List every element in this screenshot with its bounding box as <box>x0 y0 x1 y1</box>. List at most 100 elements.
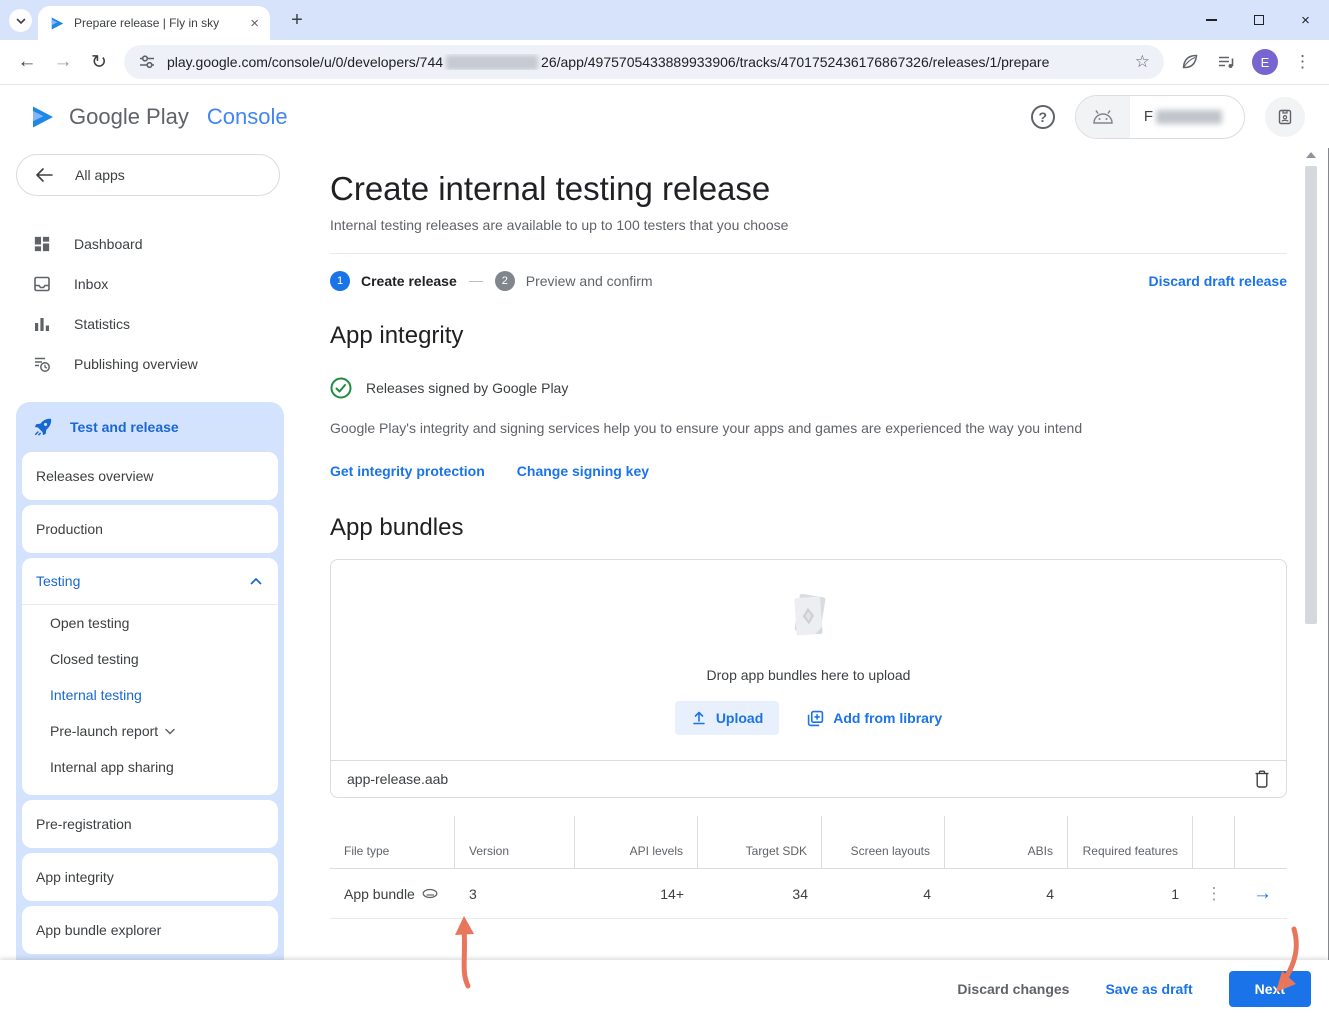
scroll-up-arrow-icon[interactable] <box>1306 152 1316 158</box>
check-circle-icon <box>330 377 352 399</box>
drop-zone-text: Drop app bundles here to upload <box>331 667 1286 683</box>
bookmark-star-icon[interactable]: ☆ <box>1135 52 1150 72</box>
sidebar-item-label: Inbox <box>74 276 108 292</box>
app-integrity-heading: App integrity <box>330 322 1287 350</box>
close-icon: × <box>1301 12 1310 29</box>
sidebar-item-open-testing[interactable]: Open testing <box>22 605 278 641</box>
tab-title: Prepare release | Fly in sky <box>74 16 238 30</box>
sidebar-item-pre-launch-report[interactable]: Pre-launch report <box>22 713 278 749</box>
change-signing-key-link[interactable]: Change signing key <box>517 463 649 479</box>
sidebar-item-label: Publishing overview <box>74 356 198 372</box>
sidebar-item-publishing-overview[interactable]: Publishing overview <box>0 344 300 384</box>
get-integrity-protection-link[interactable]: Get integrity protection <box>330 463 485 479</box>
dashboard-icon <box>32 234 52 254</box>
delete-file-button[interactable] <box>1254 770 1270 788</box>
reload-button[interactable]: ↻ <box>82 45 116 79</box>
window-minimize-button[interactable] <box>1188 0 1235 40</box>
rocket-icon <box>32 416 54 438</box>
app-bundles-heading: App bundles <box>330 514 1287 542</box>
bundle-drop-zone[interactable]: Drop app bundles here to upload Upload <box>331 560 1286 760</box>
browser-profile-avatar[interactable]: E <box>1252 49 1278 75</box>
closed-testing-label: Closed testing <box>50 651 139 667</box>
divider <box>330 253 1287 254</box>
save-as-draft-button[interactable]: Save as draft <box>1105 981 1192 997</box>
step-preview-confirm: 2 Preview and confirm <box>495 271 653 291</box>
app-bundle-explorer-label: App bundle explorer <box>36 922 161 938</box>
production-label: Production <box>36 521 103 537</box>
sidebar-item-app-integrity[interactable]: App integrity <box>22 853 278 901</box>
logo-text-google-play: Google Play <box>69 104 189 130</box>
sidebar-item-app-bundle-explorer[interactable]: App bundle explorer <box>22 906 278 954</box>
row-menu-icon[interactable]: ⋮ <box>1193 869 1235 919</box>
sidebar-item-pre-registration[interactable]: Pre-registration <box>22 800 278 848</box>
sidebar-item-test-and-release[interactable]: Test and release <box>16 402 284 452</box>
sidebar-item-releases-overview[interactable]: Releases overview <box>22 452 278 500</box>
redacted-app-name <box>1156 110 1222 124</box>
tab-search-button[interactable] <box>9 9 32 32</box>
back-button[interactable]: ← <box>10 45 44 79</box>
sidebar-item-internal-app-sharing[interactable]: Internal app sharing <box>22 749 278 785</box>
pre-registration-label: Pre-registration <box>36 816 132 832</box>
toolbar-extensions: E ⋮ <box>1172 49 1319 75</box>
window-maximize-button[interactable] <box>1235 0 1282 40</box>
all-apps-label: All apps <box>75 167 125 183</box>
column-header-actions <box>1193 816 1235 869</box>
next-button[interactable]: Next <box>1229 971 1311 1007</box>
step-2-label: Preview and confirm <box>526 273 653 289</box>
column-header-open <box>1235 816 1287 869</box>
chevron-down-icon <box>15 15 27 27</box>
browser-menu-icon[interactable]: ⋮ <box>1294 52 1311 72</box>
all-apps-button[interactable]: All apps <box>16 154 280 196</box>
sidebar-item-label: Dashboard <box>74 236 143 252</box>
sidebar-item-production[interactable]: Production <box>22 505 278 553</box>
new-tab-button[interactable]: + <box>284 8 310 34</box>
minimize-icon <box>1206 19 1217 21</box>
performance-leaf-icon[interactable] <box>1180 52 1200 72</box>
step-1-circle: 1 <box>330 271 350 291</box>
sidebar-item-inbox[interactable]: Inbox <box>0 264 300 304</box>
forward-button[interactable]: → <box>46 45 80 79</box>
console-header: Google Play Console ? F <box>0 85 1329 148</box>
browser-tab[interactable]: Prepare release | Fly in sky × <box>38 6 270 40</box>
step-indicator: 1 Create release 2 Preview and confirm D… <box>330 271 1287 291</box>
app-selector[interactable]: F <box>1075 95 1245 139</box>
sidebar-item-dashboard[interactable]: Dashboard <box>0 224 300 264</box>
row-open-arrow-icon[interactable]: → <box>1235 869 1287 919</box>
sidebar-item-testing[interactable]: Testing <box>22 558 278 604</box>
app-integrity-label: App integrity <box>36 869 114 885</box>
integrity-description: Google Play's integrity and signing serv… <box>330 420 1287 436</box>
sidebar-item-internal-testing[interactable]: Internal testing <box>22 677 278 713</box>
window-close-button[interactable]: × <box>1282 0 1329 40</box>
tab-close-icon[interactable]: × <box>247 15 262 32</box>
test-and-release-section: Test and release Releases overview Produ… <box>16 402 284 1017</box>
sidebar-item-closed-testing[interactable]: Closed testing <box>22 641 278 677</box>
internal-app-sharing-label: Internal app sharing <box>50 759 174 775</box>
browser-window: Prepare release | Fly in sky × + × ← → ↻… <box>0 0 1329 1017</box>
page-title: Create internal testing release <box>330 170 1287 208</box>
site-info-icon[interactable] <box>138 53 156 71</box>
url-bar[interactable]: play.google.com/console/u/0/developers/7… <box>124 45 1164 79</box>
discard-changes-button[interactable]: Discard changes <box>957 981 1069 997</box>
scrollbar <box>1304 150 1318 959</box>
cell-target-sdk: 34 <box>698 869 822 919</box>
app-bundle-pages-icon <box>779 587 839 647</box>
column-header-version: Version <box>455 816 575 869</box>
discard-draft-release-link[interactable]: Discard draft release <box>1148 273 1287 289</box>
uploaded-file-row: app-release.aab <box>331 760 1286 797</box>
add-from-library-label: Add from library <box>833 710 942 726</box>
play-logo-icon <box>30 104 56 130</box>
inbox-icon <box>32 274 52 294</box>
step-create-release: 1 Create release <box>330 271 457 291</box>
chevron-up-icon <box>250 577 262 585</box>
signed-status-row: Releases signed by Google Play <box>330 377 1287 399</box>
scrollbar-thumb[interactable] <box>1305 166 1317 624</box>
upload-button[interactable]: Upload <box>675 701 779 735</box>
sidebar-item-statistics[interactable]: Statistics <box>0 304 300 344</box>
account-badge-button[interactable] <box>1265 97 1305 137</box>
media-playlist-icon[interactable] <box>1216 52 1236 72</box>
pre-launch-report-label: Pre-launch report <box>50 723 158 739</box>
redacted-url-segment <box>446 55 538 70</box>
help-icon[interactable]: ? <box>1031 105 1055 129</box>
google-play-console-logo[interactable]: Google Play Console <box>30 104 288 130</box>
add-from-library-button[interactable]: Add from library <box>807 710 942 727</box>
